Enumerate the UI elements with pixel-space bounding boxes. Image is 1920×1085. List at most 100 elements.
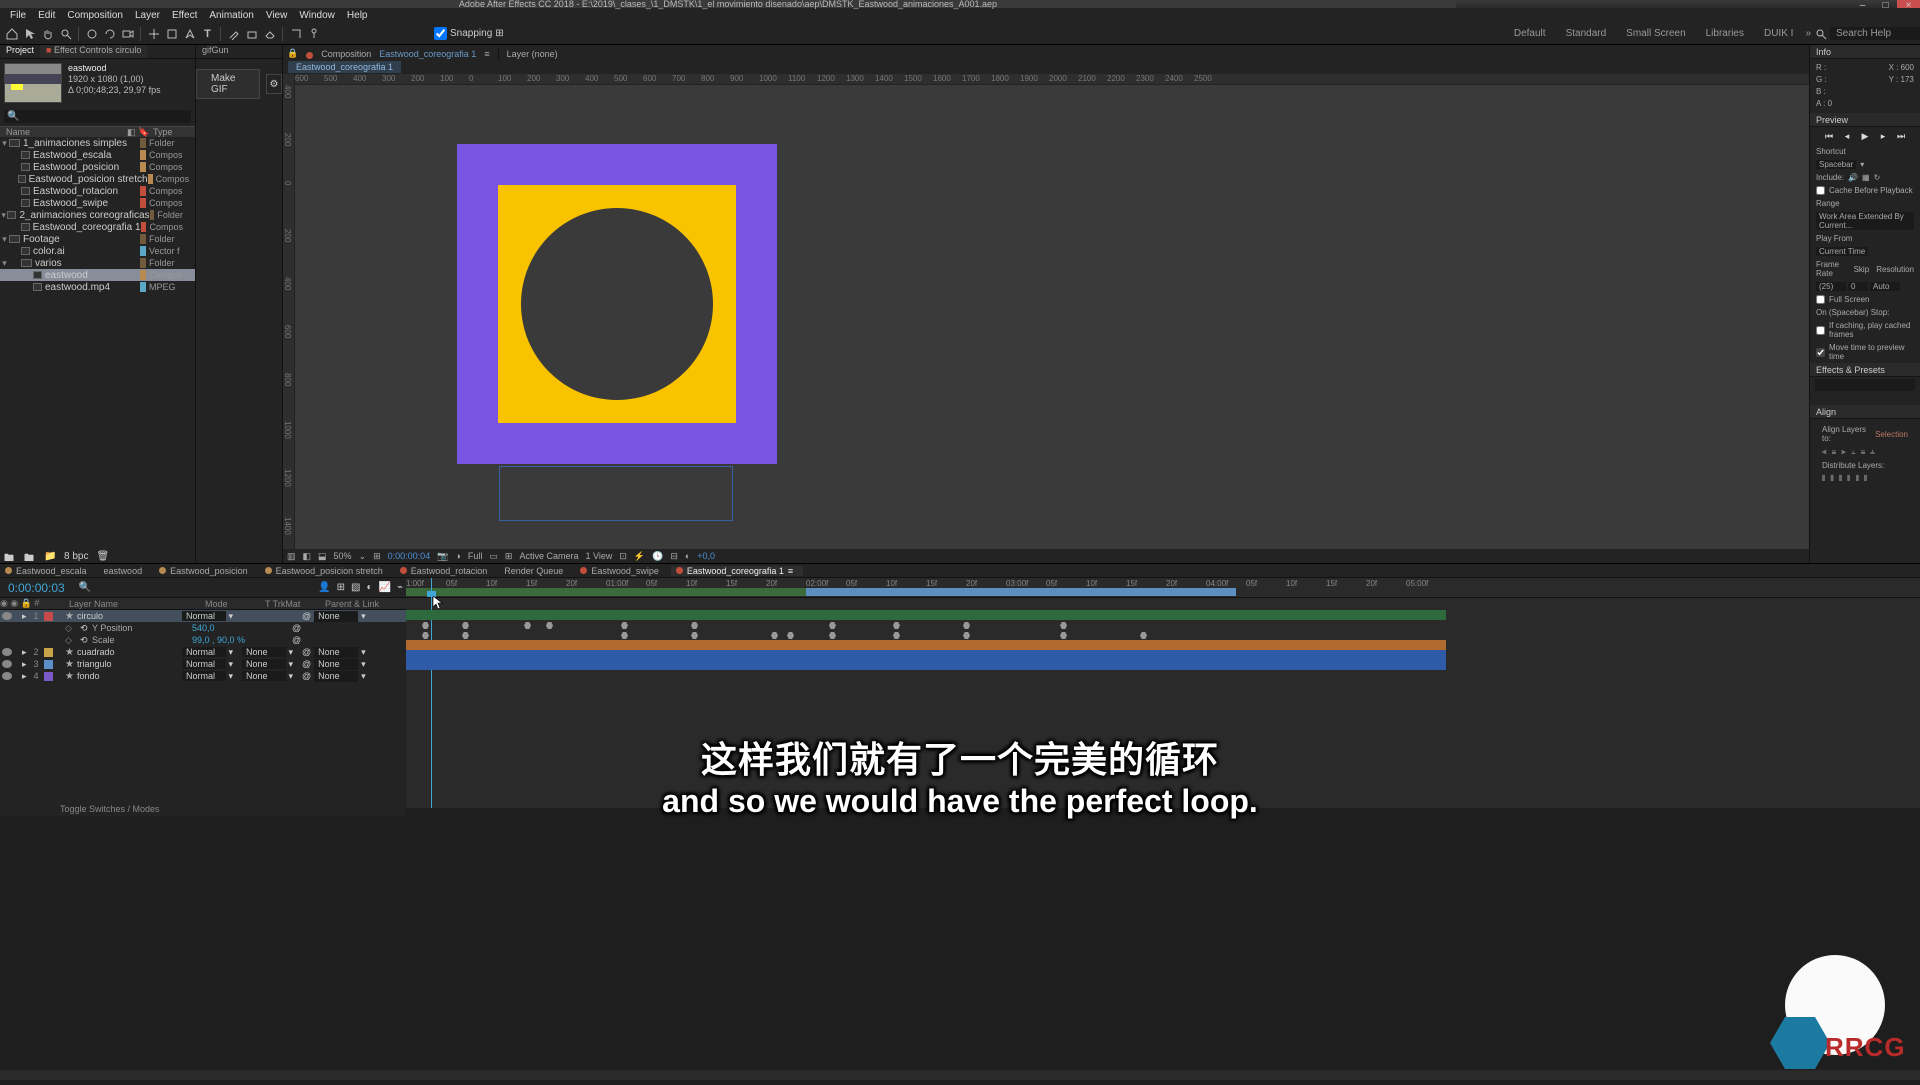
vf-mask-icon[interactable]: ⬓ (318, 551, 327, 562)
project-item[interactable]: ▾2_animaciones coreograficasFolder (0, 209, 195, 221)
clone-tool-icon[interactable] (244, 26, 259, 41)
keyframe[interactable] (462, 622, 469, 629)
keyframe[interactable] (1060, 622, 1067, 629)
fullscreen-checkbox[interactable] (1816, 295, 1825, 304)
project-tree[interactable]: ▾1_animaciones simplesFolderEastwood_esc… (0, 137, 195, 293)
keyframe[interactable] (1140, 632, 1147, 639)
keyframe[interactable] (1060, 632, 1067, 639)
layer-bar[interactable] (406, 610, 1446, 620)
interpret-icon[interactable]: 🖿 (4, 551, 16, 561)
cache-before-checkbox[interactable] (1816, 186, 1825, 195)
timeline-tab[interactable]: Eastwood_posicion (154, 566, 258, 576)
project-col-type[interactable]: Type (153, 127, 195, 137)
keyframe[interactable] (829, 622, 836, 629)
menu-window[interactable]: Window (293, 10, 341, 21)
exposure-reset-icon[interactable]: ◐ (685, 551, 690, 561)
comp-breadcrumb[interactable]: Eastwood_coreografia 1 (288, 61, 401, 73)
search-icon[interactable] (1813, 26, 1828, 41)
timeline-tab[interactable]: Render Queue (499, 566, 573, 576)
layer-bar[interactable] (406, 660, 1446, 670)
align-target-dropdown[interactable]: Selection (1875, 430, 1908, 439)
dist-top-icon[interactable]: ⫴ (1847, 474, 1850, 484)
pixel-icon[interactable]: ⊟ (670, 551, 678, 562)
dist-hcenter-icon[interactable]: ⫴ (1830, 474, 1833, 484)
align-bottom-icon[interactable]: ⫨ (1870, 447, 1875, 457)
menu-effect[interactable]: Effect (166, 10, 203, 21)
include-audio-icon[interactable]: 🔊 (1848, 173, 1858, 182)
align-top-icon[interactable]: ⫠ (1851, 447, 1856, 457)
comp-tab-name[interactable]: Eastwood_coreografia 1 (375, 49, 480, 59)
keyframe[interactable] (771, 632, 778, 639)
align-right-icon[interactable]: ⫸ (1841, 447, 1846, 457)
project-item[interactable]: color.aiVector f (0, 245, 195, 257)
play-icon[interactable]: ▶ (1859, 131, 1871, 141)
canvas-fondo-layer[interactable] (457, 144, 777, 464)
pickwhip-icon[interactable]: @ (302, 659, 311, 670)
pickwhip-icon[interactable]: @ (292, 623, 301, 633)
keyframe[interactable] (524, 622, 531, 629)
cache-stop-checkbox[interactable] (1816, 326, 1825, 335)
puppet-tool-icon[interactable] (306, 26, 321, 41)
menu-file[interactable]: File (4, 10, 32, 21)
dist-vcenter-icon[interactable]: ⫴ (1856, 474, 1859, 484)
tl-mb-icon[interactable]: ◐ (366, 582, 372, 593)
trash-icon[interactable]: 🗑 (96, 551, 108, 561)
pixel-ar-icon[interactable]: ⊡ (619, 551, 627, 562)
timeline-layer-row[interactable]: ▸1 ★circulo Normal ▾ @None ▾ (0, 610, 406, 622)
project-item[interactable]: Eastwood_swipeCompos (0, 197, 195, 209)
preview-range-dropdown[interactable]: Work Area Extended By Current... (1816, 212, 1914, 230)
vf-alpha-icon[interactable]: ◧ (303, 551, 312, 562)
project-item[interactable]: eastwood.mp4MPEG (0, 281, 195, 293)
make-gif-button[interactable]: Make GIF (196, 69, 260, 99)
hand-tool-icon[interactable] (40, 26, 55, 41)
timeline-layer-row[interactable]: ▸2 ★cuadrado Normal ▾ None ▾ @None ▾ (0, 646, 406, 658)
timeline-tab[interactable]: Eastwood_rotacion (395, 566, 498, 576)
tl-frame-blend-icon[interactable]: ▧ (351, 582, 360, 593)
project-item[interactable]: ▾variosFolder (0, 257, 195, 269)
workspace-standard[interactable]: Standard (1556, 28, 1617, 39)
timeline-layer-row[interactable]: ▸3 ★triangulo Normal ▾ None ▾ @None ▾ (0, 658, 406, 670)
keyframe[interactable] (546, 622, 553, 629)
project-item[interactable]: Eastwood_posicion stretchCompos (0, 173, 195, 185)
project-item[interactable]: Eastwood_rotacionCompos (0, 185, 195, 197)
rect-tool-icon[interactable] (164, 26, 179, 41)
next-frame-icon[interactable]: ▸ (1877, 131, 1889, 141)
canvas-circulo-layer[interactable] (521, 208, 713, 400)
layer-bar[interactable] (406, 640, 1446, 650)
dist-bottom-icon[interactable]: ⫴ (1864, 474, 1867, 484)
keyframe[interactable] (422, 622, 429, 629)
layer-tab[interactable]: Layer (none) (503, 49, 562, 59)
timeline-layer-row[interactable]: ▸4 ★fondo Normal ▾ None ▾ @None ▾ (0, 670, 406, 682)
panel-effects-presets-title[interactable]: Effects & Presets (1810, 363, 1920, 377)
menu-layer[interactable]: Layer (129, 10, 166, 21)
align-hcenter-icon[interactable]: ≡ (1832, 448, 1837, 457)
search-help-input[interactable]: Search Help (1830, 27, 1920, 40)
project-item[interactable]: eastwoodCompos (0, 269, 195, 281)
keyframe[interactable] (829, 632, 836, 639)
timeline-tab[interactable]: Eastwood_escala (0, 566, 97, 576)
preview-res-dropdown[interactable]: Auto (1870, 282, 1900, 291)
tl-layer-switches-icon[interactable]: ⊞ (337, 582, 345, 593)
timeline-search-icon[interactable]: 🔍 (79, 582, 91, 593)
effects-presets-search[interactable] (1815, 379, 1915, 391)
keyframe[interactable] (691, 622, 698, 629)
parent-dropdown[interactable]: None (314, 611, 358, 622)
panel-info-title[interactable]: Info (1810, 45, 1920, 59)
preview-framerate-dropdown[interactable]: (25) (1816, 282, 1846, 291)
workspace-small-screen[interactable]: Small Screen (1616, 28, 1695, 39)
tl-graph-icon[interactable]: 📈 (379, 582, 391, 593)
visibility-icon[interactable] (2, 648, 12, 656)
dist-right-icon[interactable]: ⫴ (1839, 474, 1842, 484)
project-item[interactable]: Eastwood_coreografia 1Compos (0, 221, 195, 233)
parent-dropdown[interactable]: None (314, 671, 358, 682)
selection-tool-icon[interactable] (22, 26, 37, 41)
project-thumbnail[interactable] (4, 63, 62, 103)
menu-edit[interactable]: Edit (32, 10, 61, 21)
timeline-ruler[interactable]: 1:00f05f10f15f20f01:00f05f10f15f20f02:00… (406, 578, 1920, 598)
views-dropdown[interactable]: 1 View (585, 551, 612, 561)
fast-prev-icon[interactable]: ⚡ (634, 551, 645, 562)
blend-mode-dropdown[interactable]: Normal (182, 659, 226, 669)
composition-viewport[interactable]: 4002000200400600800100012001400 60050040… (283, 74, 1809, 549)
roto-tool-icon[interactable] (288, 26, 303, 41)
keyframe[interactable] (422, 632, 429, 639)
